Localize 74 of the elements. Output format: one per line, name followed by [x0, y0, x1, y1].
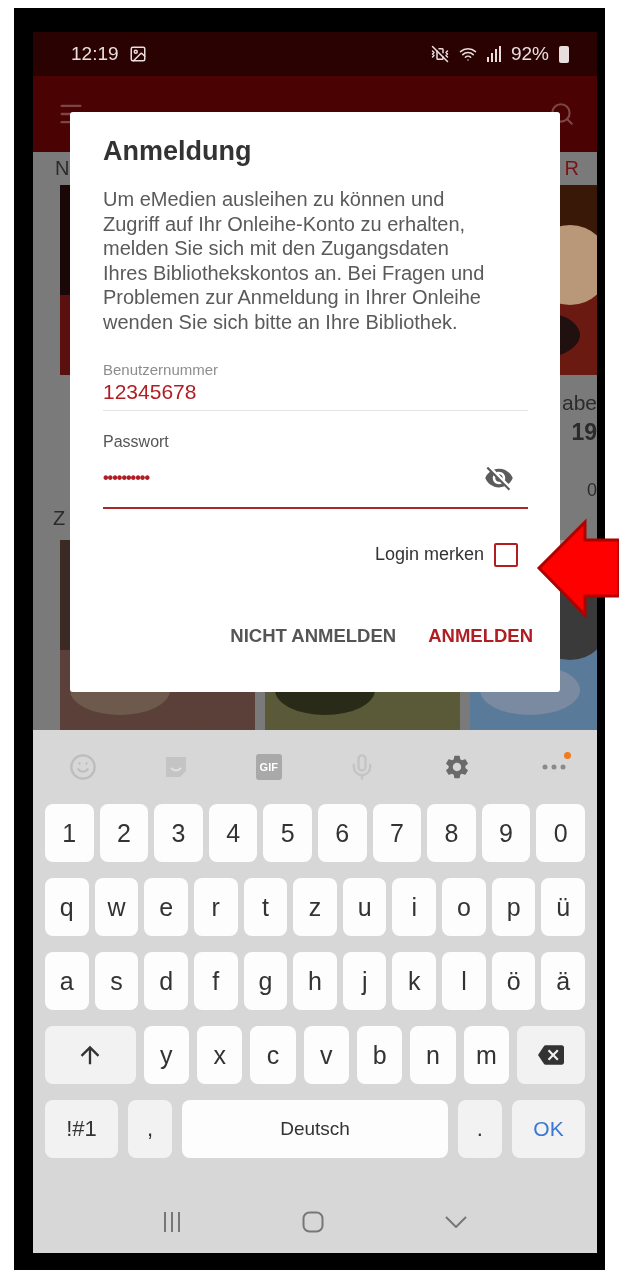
- more-dots-icon: [541, 764, 566, 770]
- back-icon[interactable]: [444, 1215, 467, 1228]
- keyboard-key[interactable]: m: [463, 1026, 509, 1084]
- battery-icon: [559, 45, 569, 63]
- keyboard-key[interactable]: q: [45, 878, 89, 936]
- cancel-button[interactable]: NICHT ANMELDEN: [230, 624, 397, 647]
- keyboard-key[interactable]: e: [144, 878, 188, 936]
- keyboard-key[interactable]: a: [45, 952, 89, 1010]
- keyboard-key[interactable]: ö: [491, 952, 536, 1010]
- space-key[interactable]: Deutsch: [182, 1100, 448, 1158]
- username-field[interactable]: Benutzernummer 12345678: [103, 360, 528, 411]
- book-date-fragment: 19: [571, 419, 597, 446]
- keyboard-key[interactable]: r: [193, 878, 238, 936]
- field-value: ••••••••••: [103, 468, 149, 487]
- keyboard-key[interactable]: s: [94, 952, 139, 1010]
- keyboard-key[interactable]: d: [144, 952, 188, 1010]
- keyboard-key[interactable]: g: [243, 952, 288, 1010]
- section-heading-fragment: Z: [53, 507, 66, 529]
- keyboard-key[interactable]: n: [410, 1026, 456, 1084]
- recent-apps-icon[interactable]: [163, 1211, 182, 1232]
- keyboard-key[interactable]: u: [342, 878, 387, 936]
- book-info-fragment: 0: [587, 480, 597, 501]
- keyboard-key[interactable]: 9: [481, 804, 531, 862]
- keyboard-key[interactable]: 3: [154, 804, 203, 862]
- keyboard-key[interactable]: j: [342, 952, 387, 1010]
- home-icon[interactable]: [302, 1210, 324, 1233]
- status-time: 12:19: [71, 43, 119, 65]
- dialog-message: Um eMedien ausleihen zu können und Zugriff auf Ihr Onleihe-Konto zu erhalten, melden Sie sich mit den Zugangsdaten Ihres Bibliothekskontos an. Bei Fragen und Problemen zur Anmeldung in Ihrer Onleihe wenden Sie sich bitte an Ihre Bibliothek.: [103, 187, 485, 335]
- dialog-title: Anmeldung: [103, 136, 253, 167]
- backspace-key[interactable]: [516, 1026, 585, 1084]
- keyboard-key[interactable]: x: [197, 1026, 243, 1084]
- book-title-fragment: abe: [561, 391, 597, 415]
- wifi-icon: [458, 45, 477, 63]
- keyboard-key[interactable]: h: [293, 952, 337, 1010]
- signal-icon: [486, 46, 501, 62]
- keyboard-key[interactable]: 2: [99, 804, 149, 862]
- field-label: Passwort: [103, 432, 170, 451]
- keyboard-key[interactable]: t: [243, 878, 288, 936]
- vibrate-off-icon: [430, 45, 449, 63]
- login-button[interactable]: ANMELDEN: [428, 624, 533, 647]
- keyboard-key[interactable]: 6: [317, 804, 367, 862]
- backspace-icon: [537, 1042, 564, 1068]
- keyboard-key[interactable]: p: [491, 878, 536, 936]
- keyboard-key[interactable]: y: [143, 1026, 189, 1084]
- keyboard-key[interactable]: .: [457, 1100, 502, 1158]
- keyboard-key[interactable]: ü: [541, 878, 586, 936]
- keyboard-key[interactable]: b: [357, 1026, 403, 1084]
- ok-key[interactable]: OK: [512, 1100, 585, 1158]
- keyboard-key[interactable]: 5: [263, 804, 312, 862]
- keyboard-key[interactable]: 8: [427, 804, 476, 862]
- search-icon[interactable]: [549, 101, 575, 127]
- keyboard-key[interactable]: i: [392, 878, 437, 936]
- image-icon: [128, 45, 147, 63]
- battery-percent: 92%: [510, 43, 549, 65]
- keyboard-key[interactable]: ä: [541, 952, 586, 1010]
- password-field[interactable]: Passwort ••••••••••: [103, 432, 528, 509]
- keyboard-key[interactable]: !#1: [45, 1100, 118, 1158]
- field-label: Benutzernummer: [103, 360, 220, 378]
- keyboard-key[interactable]: 7: [372, 804, 422, 862]
- keyboard-key[interactable]: 1: [45, 804, 94, 862]
- keyboard-key[interactable]: z: [293, 878, 337, 936]
- remember-checkbox[interactable]: [494, 542, 518, 567]
- field-value: 12345678: [103, 379, 197, 404]
- keyboard-key[interactable]: ,: [128, 1100, 173, 1158]
- keyboard-key[interactable]: w: [94, 878, 139, 936]
- checkbox-label: Login merken: [374, 544, 484, 566]
- keyboard-key[interactable]: 0: [536, 804, 585, 862]
- keyboard-key[interactable]: v: [303, 1026, 349, 1084]
- keyboard-key[interactable]: 4: [208, 804, 258, 862]
- keyboard-key[interactable]: o: [442, 878, 486, 936]
- keyboard-key[interactable]: c: [250, 1026, 296, 1084]
- keyboard-key[interactable]: l: [442, 952, 486, 1010]
- keyboard-key[interactable]: k: [392, 952, 437, 1010]
- keyboard-key[interactable]: f: [193, 952, 238, 1010]
